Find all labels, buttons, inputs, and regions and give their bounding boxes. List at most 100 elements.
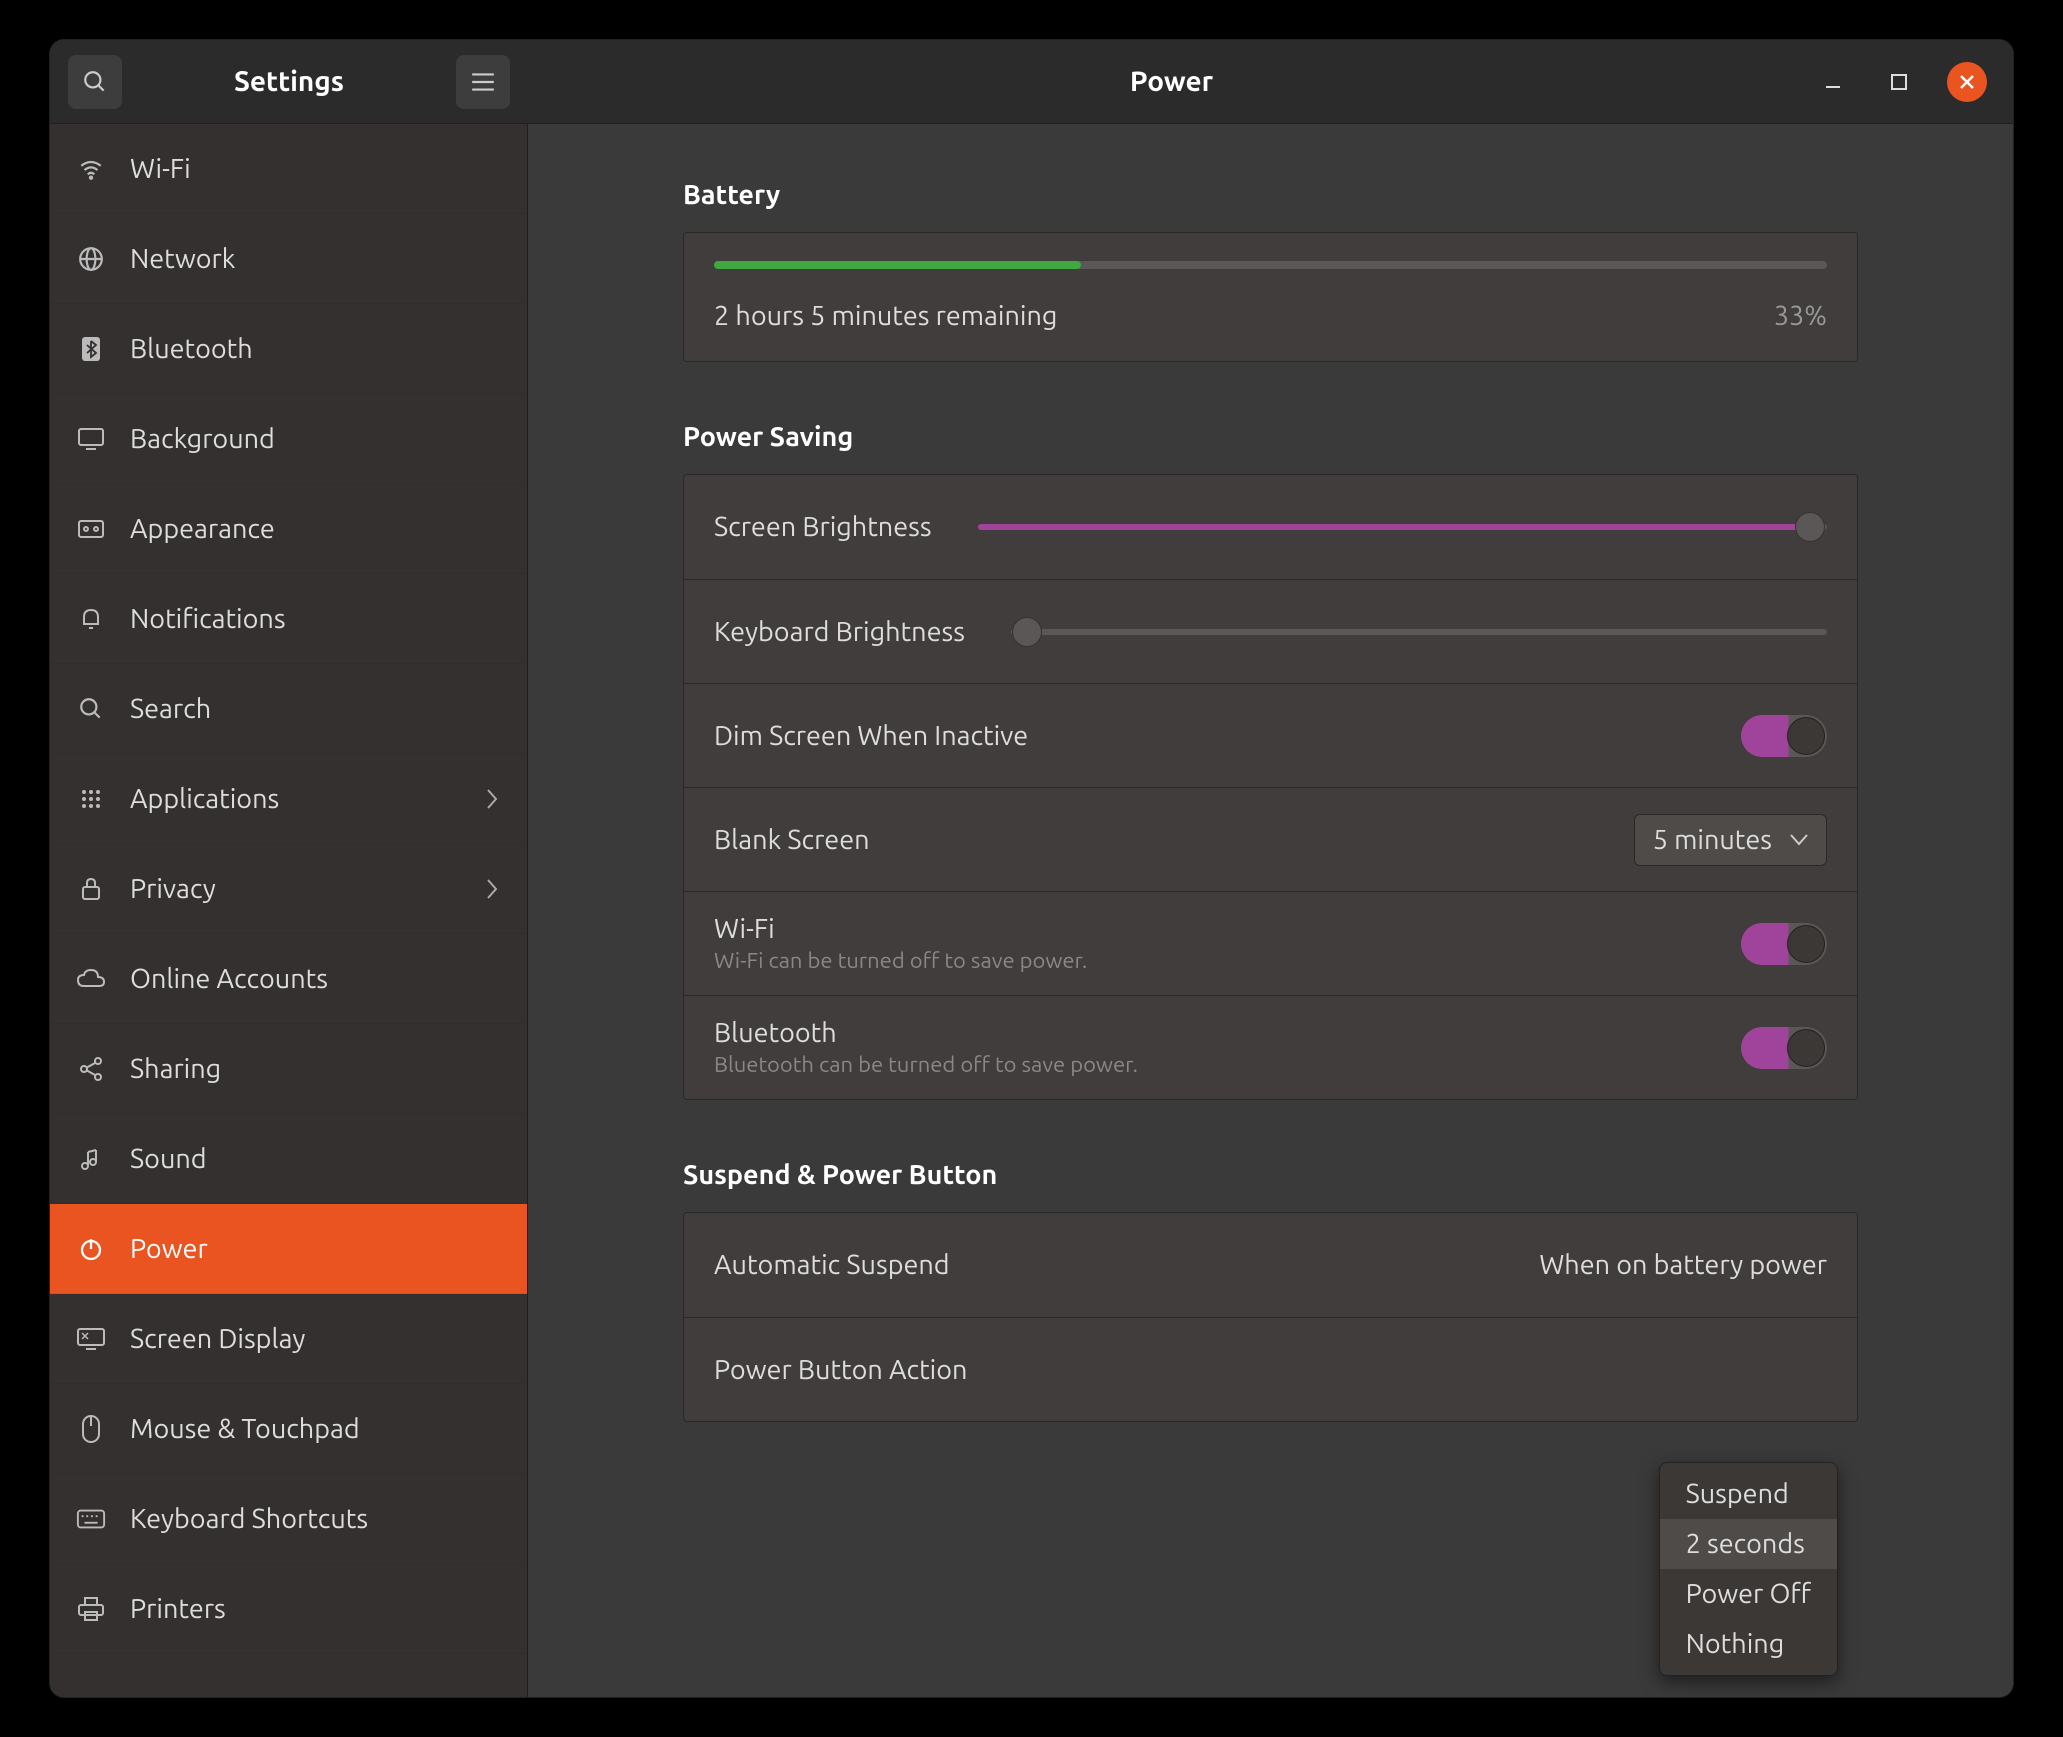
screen-brightness-slider[interactable] [978, 524, 1827, 530]
bluetooth-toggle-label: Bluetooth [714, 1018, 1138, 1048]
sidebar-item-label: Online Accounts [130, 964, 328, 994]
sidebar-item-label: Background [130, 424, 275, 454]
menu-item-power-off[interactable]: Power Off [1660, 1569, 1837, 1619]
bluetooth-switch[interactable] [1741, 1027, 1827, 1069]
power-button-action-menu: Suspend2 secondsPower OffNothing [1659, 1462, 1838, 1676]
wifi-toggle-label: Wi-Fi [714, 914, 1087, 944]
menu-item-2-seconds[interactable]: 2 seconds [1660, 1519, 1837, 1569]
keyboard-brightness-label: Keyboard Brightness [714, 617, 965, 647]
minimize-button[interactable] [1815, 64, 1851, 100]
battery-progress [714, 261, 1827, 269]
search-button[interactable] [68, 55, 122, 109]
settings-window: Settings Power Wi-Fi Network Bluetooth Back… [50, 40, 2013, 1697]
search-icon [76, 694, 106, 724]
sidebar-item-network[interactable]: Network [50, 214, 527, 304]
sidebar-item-label: Wi-Fi [130, 154, 191, 184]
cloud-icon [76, 964, 106, 994]
sidebar-item-wi-fi[interactable]: Wi-Fi [50, 124, 527, 214]
battery-percent-text: 33% [1774, 301, 1827, 331]
sidebar-item-label: Power [130, 1234, 208, 1264]
bluetooth-toggle-sub: Bluetooth can be turned off to save powe… [714, 1052, 1138, 1077]
sidebar-item-label: Applications [130, 784, 279, 814]
wifi-icon [76, 154, 106, 184]
sidebar-item-background[interactable]: Background [50, 394, 527, 484]
battery-panel: 2 hours 5 minutes remaining 33% [683, 232, 1858, 362]
keyboard-brightness-slider[interactable] [1011, 629, 1827, 635]
maximize-icon [1890, 73, 1908, 91]
sidebar-item-printers[interactable]: Printers [50, 1564, 527, 1654]
display-icon [76, 424, 106, 454]
menu-item-suspend[interactable]: Suspend [1660, 1469, 1837, 1519]
grid-icon [76, 784, 106, 814]
sidebar-item-online-accounts[interactable]: Online Accounts [50, 934, 527, 1024]
sound-icon [76, 1144, 106, 1174]
lock-icon [76, 874, 106, 904]
sidebar-item-label: Privacy [130, 874, 216, 904]
sidebar-item-search[interactable]: Search [50, 664, 527, 754]
sidebar-item-appearance[interactable]: Appearance [50, 484, 527, 574]
blank-screen-select[interactable]: 5 minutes [1634, 814, 1827, 866]
sidebar-item-label: Bluetooth [130, 334, 253, 364]
sidebar-item-label: Printers [130, 1594, 226, 1624]
battery-progress-fill [714, 261, 1081, 269]
power-icon [76, 1234, 106, 1264]
sidebar-item-label: Network [130, 244, 235, 274]
sidebar-item-screen-display[interactable]: Screen Display [50, 1294, 527, 1384]
app-title: Settings [136, 66, 442, 97]
sidebar-item-label: Mouse & Touchpad [130, 1414, 360, 1444]
sidebar-item-label: Sound [130, 1144, 207, 1174]
search-icon [82, 69, 108, 95]
content-area: Battery 2 hours 5 minutes remaining 33% … [528, 124, 2013, 1697]
window-controls [1815, 62, 2013, 102]
titlebar-left: Settings [50, 55, 528, 109]
globe-icon [76, 244, 106, 274]
dim-screen-label: Dim Screen When Inactive [714, 721, 1028, 751]
screen-brightness-label: Screen Brightness [714, 512, 932, 542]
minimize-icon [1823, 72, 1843, 92]
power-button-action-row[interactable]: Power Button Action [684, 1317, 1857, 1421]
sidebar-item-notifications[interactable]: Notifications [50, 574, 527, 664]
bluetooth-icon [76, 334, 106, 364]
battery-remaining-text: 2 hours 5 minutes remaining [714, 301, 1057, 331]
sidebar-item-sharing[interactable]: Sharing [50, 1024, 527, 1114]
mouse-icon [76, 1414, 106, 1444]
close-icon [1958, 73, 1976, 91]
power-button-action-label: Power Button Action [714, 1355, 967, 1385]
sidebar-item-mouse-touchpad[interactable]: Mouse & Touchpad [50, 1384, 527, 1474]
printer-icon [76, 1594, 106, 1624]
sidebar-item-label: Screen Display [130, 1324, 305, 1354]
bell-icon [76, 604, 106, 634]
blank-screen-value: 5 minutes [1653, 825, 1772, 855]
sidebar-item-bluetooth[interactable]: Bluetooth [50, 304, 527, 394]
sidebar-item-label: Search [130, 694, 211, 724]
automatic-suspend-value: When on battery power [1539, 1250, 1827, 1280]
sidebar-item-privacy[interactable]: Privacy [50, 844, 527, 934]
sidebar-item-label: Keyboard Shortcuts [130, 1504, 368, 1534]
power-saving-panel: Screen Brightness Keyboard Brightness [683, 474, 1858, 1100]
blank-screen-label: Blank Screen [714, 825, 870, 855]
sidebar-item-sound[interactable]: Sound [50, 1114, 527, 1204]
sidebar-item-power[interactable]: Power [50, 1204, 527, 1294]
maximize-button[interactable] [1881, 64, 1917, 100]
wifi-switch[interactable] [1741, 923, 1827, 965]
menu-item-nothing[interactable]: Nothing [1660, 1619, 1837, 1669]
sidebar-item-keyboard-shortcuts[interactable]: Keyboard Shortcuts [50, 1474, 527, 1564]
power-saving-section-title: Power Saving [683, 422, 1858, 452]
dim-screen-switch[interactable] [1741, 715, 1827, 757]
sidebar-item-label: Notifications [130, 604, 286, 634]
page-title: Power [528, 66, 1815, 97]
sidebar: Wi-Fi Network Bluetooth Background Appearanc… [50, 124, 528, 1697]
sidebar-item-label: Appearance [130, 514, 275, 544]
chevron-right-icon [485, 877, 499, 901]
titlebar: Settings Power [50, 40, 2013, 124]
automatic-suspend-label: Automatic Suspend [714, 1250, 950, 1280]
sidebar-item-applications[interactable]: Applications [50, 754, 527, 844]
suspend-panel: Automatic Suspend When on battery power … [683, 1212, 1858, 1422]
keyboard-icon [76, 1504, 106, 1534]
close-button[interactable] [1947, 62, 1987, 102]
hamburger-icon [470, 72, 496, 92]
automatic-suspend-row[interactable]: Automatic Suspend When on battery power [684, 1213, 1857, 1317]
screen-icon [76, 1324, 106, 1354]
appearance-icon [76, 514, 106, 544]
hamburger-button[interactable] [456, 55, 510, 109]
